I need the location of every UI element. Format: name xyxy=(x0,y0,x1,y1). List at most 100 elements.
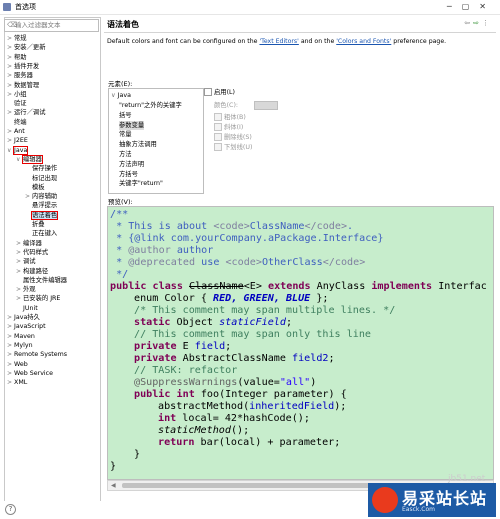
tree-item[interactable]: > 外观 xyxy=(16,285,36,294)
chevron-right-icon[interactable]: > xyxy=(7,34,14,43)
tree-item[interactable]: 折叠 xyxy=(25,220,45,229)
element-list[interactable]: ∨ Java "return"之外的关键字 括号 参数变量 常量 抽象方法调用 方法 方法声… xyxy=(108,88,204,194)
bold-checkbox[interactable]: 粗体(B) xyxy=(214,113,246,122)
checkbox-box[interactable] xyxy=(214,133,222,141)
tree-item[interactable]: > 构建路径 xyxy=(16,267,48,276)
tree-item[interactable]: 验证 xyxy=(7,99,27,108)
tree-item[interactable]: > 运行／调试 xyxy=(7,108,45,117)
tree-item[interactable]: > 代码样式 xyxy=(16,248,48,257)
tree-item[interactable]: ∨ 编辑器 xyxy=(16,154,43,164)
list-item[interactable]: 方法声明 xyxy=(119,160,144,169)
tree-item[interactable]: > 插件开发 xyxy=(7,62,39,71)
checkbox-box[interactable] xyxy=(214,123,222,131)
tree-item[interactable]: > 安装／更新 xyxy=(7,43,45,52)
chevron-right-icon[interactable]: > xyxy=(7,53,14,62)
chevron-right-icon[interactable]: > xyxy=(7,341,14,350)
filter-input[interactable]: ⌫ 输入过滤器文本 xyxy=(4,19,99,32)
text-editors-link[interactable]: 'Text Editors' xyxy=(259,38,298,45)
chevron-right-icon[interactable]: > xyxy=(7,136,14,145)
checkbox-box[interactable] xyxy=(214,143,222,151)
view-menu-icon[interactable]: ⋮ xyxy=(482,19,492,27)
list-item[interactable]: ∨ Java xyxy=(111,91,131,100)
tree-item[interactable]: 属性文件编辑器 xyxy=(16,276,67,285)
tree-item[interactable]: > 内容辅助 xyxy=(25,192,57,201)
chevron-right-icon[interactable]: > xyxy=(7,313,14,322)
clear-filter-icon[interactable]: ⌫ xyxy=(7,20,17,31)
tree-item[interactable]: 悬浮提示 xyxy=(25,201,57,210)
chevron-down-icon[interactable]: ∨ xyxy=(7,146,14,155)
tree-item[interactable]: > 常规 xyxy=(7,34,27,43)
checkbox-box[interactable] xyxy=(214,113,222,121)
chevron-right-icon[interactable]: > xyxy=(16,294,23,303)
back-arrow-icon[interactable]: ⇦ xyxy=(464,19,473,27)
tree-item[interactable]: 语法着色 xyxy=(25,210,59,220)
tree-item[interactable]: 保存操作 xyxy=(25,164,57,173)
tree-item[interactable]: > 已安装的 JRE xyxy=(16,294,60,303)
tree-item[interactable]: > 调试 xyxy=(16,257,36,266)
tree-item[interactable]: JUnit xyxy=(16,304,38,313)
underline-checkbox[interactable]: 下划线(U) xyxy=(214,143,252,152)
tree-item[interactable]: > Java持久 xyxy=(7,313,40,322)
tree-item[interactable]: > 数据管理 xyxy=(7,81,39,90)
chevron-right-icon[interactable]: > xyxy=(7,378,14,387)
chevron-right-icon[interactable]: > xyxy=(7,81,14,90)
tree-item[interactable]: > Remote Systems xyxy=(7,350,67,359)
checkbox-box[interactable] xyxy=(204,88,212,96)
tree-item[interactable]: 终端 xyxy=(7,118,27,127)
code-line: // This comment may span only this line xyxy=(134,329,372,340)
list-item[interactable]: 参数变量 xyxy=(119,120,145,130)
chevron-right-icon[interactable]: > xyxy=(16,267,23,276)
tree-item[interactable]: > Mylyn xyxy=(7,341,33,350)
tree-item[interactable]: ∨ Java xyxy=(7,145,29,155)
list-item[interactable]: 方法 xyxy=(119,150,132,159)
tree-item[interactable]: > 编译器 xyxy=(16,239,42,248)
chevron-right-icon[interactable]: > xyxy=(7,90,14,99)
forward-arrow-icon[interactable]: ⇨ xyxy=(473,19,482,27)
tree-item[interactable]: 模板 xyxy=(25,183,45,192)
tree-item[interactable]: > Web xyxy=(7,360,28,369)
tree-item-label: XML xyxy=(14,379,28,387)
chevron-right-icon[interactable]: > xyxy=(7,71,14,80)
tree-item[interactable]: > Maven xyxy=(7,332,35,341)
chevron-right-icon[interactable]: > xyxy=(16,248,23,257)
window-controls[interactable]: ─▢✕ xyxy=(447,2,496,11)
chevron-right-icon[interactable]: > xyxy=(16,257,23,266)
tree-item[interactable]: > Web Service xyxy=(7,369,53,378)
tree-item[interactable]: > JavaScript xyxy=(7,322,46,331)
chevron-right-icon[interactable]: > xyxy=(16,285,23,294)
tree-item[interactable]: 标记出现 xyxy=(25,174,57,183)
tree-item[interactable]: > J2EE xyxy=(7,136,28,145)
tree-item[interactable]: > 小组 xyxy=(7,90,27,99)
colors-and-fonts-link[interactable]: 'Colors and Fonts' xyxy=(336,38,391,45)
chevron-right-icon[interactable]: > xyxy=(7,127,14,136)
chevron-right-icon[interactable]: > xyxy=(7,43,14,52)
help-icon[interactable]: ? xyxy=(5,504,16,515)
scroll-left-icon[interactable]: ◀ xyxy=(111,481,116,490)
code-preview[interactable]: /** * This is about <code>ClassName</cod… xyxy=(107,206,494,480)
chevron-right-icon[interactable]: > xyxy=(7,350,14,359)
chevron-right-icon[interactable]: > xyxy=(7,369,14,378)
chevron-right-icon[interactable]: > xyxy=(7,322,14,331)
chevron-right-icon[interactable]: > xyxy=(7,360,14,369)
color-picker-button[interactable] xyxy=(254,101,278,110)
list-item[interactable]: 方括号 xyxy=(119,170,138,179)
enable-checkbox[interactable]: 启用(L) xyxy=(204,88,235,97)
list-item[interactable]: "return"之外的关键字 xyxy=(119,101,182,110)
italic-checkbox[interactable]: 斜体(I) xyxy=(214,123,243,132)
chevron-right-icon[interactable]: > xyxy=(7,108,14,117)
chevron-right-icon[interactable]: > xyxy=(16,239,23,248)
tree-item[interactable]: 正在键入 xyxy=(25,229,57,238)
tree-item[interactable]: > 帮助 xyxy=(7,53,27,62)
list-item[interactable]: 括号 xyxy=(119,111,132,120)
strikethrough-checkbox[interactable]: 删除线(S) xyxy=(214,133,252,142)
chevron-right-icon[interactable]: > xyxy=(25,192,32,201)
tree-item[interactable]: > 服务器 xyxy=(7,71,33,80)
tree-item[interactable]: > XML xyxy=(7,378,27,387)
list-item[interactable]: 常量 xyxy=(119,130,132,139)
tree-item[interactable]: > Ant xyxy=(7,127,25,136)
chevron-down-icon[interactable]: ∨ xyxy=(16,155,23,164)
list-item[interactable]: 抽象方法调用 xyxy=(119,140,157,149)
chevron-right-icon[interactable]: > xyxy=(7,332,14,341)
list-item[interactable]: 关键字"return" xyxy=(119,179,163,188)
chevron-right-icon[interactable]: > xyxy=(7,62,14,71)
